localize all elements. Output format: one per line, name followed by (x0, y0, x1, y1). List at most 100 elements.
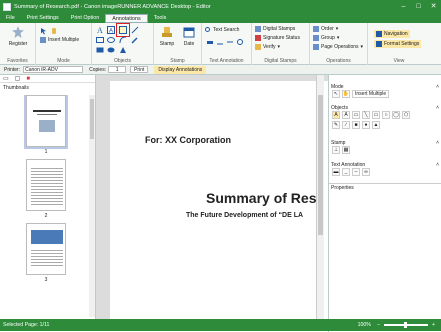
chevron-up-icon[interactable]: ˄ (436, 162, 439, 168)
tab-print-option[interactable]: Print Option (65, 14, 105, 23)
zoom-level: 100% (357, 322, 371, 328)
thumbnail-scrollbar[interactable] (89, 95, 95, 317)
thumbnail-page-2[interactable]: 2 (22, 159, 70, 219)
sticky-note-icon[interactable]: ▭ (352, 111, 360, 119)
print-toolbar: Printer: Canon iR-ADV Copies: 1 Print Di… (0, 65, 441, 75)
tab-tools[interactable]: Tools (148, 14, 173, 23)
right-panel: Mode ˄ ↖ ✋ Insert Multiple Objects ˄ A A ▭… (328, 75, 441, 319)
text-search-button[interactable]: Text Search (205, 27, 239, 33)
date-stamp-button[interactable]: Date (179, 26, 199, 47)
date-stamp-icon[interactable]: ▦ (342, 146, 350, 154)
pen-icon[interactable]: ✎ (332, 121, 340, 129)
filled-rectangle-icon[interactable]: ■ (352, 121, 360, 129)
minimize-button[interactable]: – (396, 0, 411, 13)
chevron-down-icon: ▾ (277, 44, 281, 50)
filled-polygon-icon[interactable]: ▲ (372, 121, 380, 129)
comment-icon[interactable]: ▢ (15, 75, 21, 82)
highlight-text-icon[interactable]: ▬ (332, 168, 340, 176)
tab-annotations[interactable]: Annotations (105, 14, 148, 23)
digital-stamps-group: Digital Stamps Signature Status Verify ▾… (252, 23, 310, 65)
text-annotation-heading: Text Annotation (331, 161, 366, 168)
group-button[interactable]: Group ▾ (313, 35, 339, 41)
chevron-up-icon[interactable]: ˄ (436, 84, 439, 90)
order-button[interactable]: Order ▾ (313, 26, 338, 32)
panel-title: Thumbnails (3, 85, 29, 91)
underline-text-icon[interactable] (216, 38, 224, 46)
ellipse-icon[interactable]: ○ (382, 111, 390, 119)
filled-rectangle-icon[interactable] (96, 46, 104, 54)
arc-icon[interactable] (119, 36, 127, 44)
verify-icon (255, 44, 261, 50)
document-scrollbar[interactable] (316, 75, 324, 319)
circle-icon[interactable]: ◯ (392, 111, 400, 119)
zoom-out-button[interactable]: − (377, 322, 380, 328)
stamp-group: Stamp Date Stamp (154, 23, 202, 65)
highlight-text-icon[interactable] (206, 38, 214, 46)
format-settings-button[interactable]: Format Settings (374, 40, 422, 48)
chevron-down-icon: ▾ (335, 26, 339, 32)
signature-icon (255, 35, 261, 41)
polygon-icon[interactable]: ⬠ (402, 111, 410, 119)
filled-ellipse-icon[interactable]: ● (362, 121, 370, 129)
text-box-icon[interactable]: A (342, 111, 350, 119)
select-icon[interactable] (40, 27, 48, 35)
navigation-button[interactable]: Navigation (374, 30, 410, 38)
close-button[interactable]: ✕ (426, 0, 441, 13)
stamp-icon[interactable]: ⊥ (332, 146, 340, 154)
digital-stamps-button[interactable]: Digital Stamps (255, 26, 295, 32)
chevron-up-icon[interactable]: ˄ (436, 140, 439, 146)
tab-print-settings[interactable]: Print Settings (21, 14, 65, 23)
zoom-slider[interactable] (383, 322, 428, 328)
group-icon (313, 35, 319, 41)
verify-button[interactable]: Verify ▾ (255, 44, 280, 50)
ellipse-icon[interactable] (107, 36, 115, 44)
tab-file[interactable]: File (0, 14, 21, 23)
register-button[interactable]: Register (6, 26, 30, 47)
insert-multiple-button[interactable]: Insert Multiple (40, 37, 79, 43)
copies-stepper[interactable]: 1 (108, 66, 127, 73)
link-icon[interactable] (236, 38, 244, 46)
pen-icon[interactable] (131, 36, 139, 44)
highlight-marker (116, 23, 130, 37)
document-page: For: XX Corporation Summary of Res The F… (110, 81, 328, 319)
star-icon (12, 26, 24, 38)
polygon-icon[interactable] (119, 46, 127, 54)
strikethrough-text-icon[interactable]: ‒ (352, 168, 360, 176)
page-operations-button[interactable]: Page Operations ▾ (313, 44, 363, 50)
doc-subtitle: The Future Development of “DE LA (186, 212, 304, 219)
filled-ellipse-icon[interactable] (107, 46, 115, 54)
rectangle-icon[interactable]: ▭ (372, 111, 380, 119)
maximize-button[interactable]: □ (411, 0, 426, 13)
link-icon[interactable]: ∞ (362, 168, 370, 176)
thumbnail-page-1[interactable]: 1 (22, 95, 70, 155)
thumbnail-page-3[interactable]: 3 (22, 223, 70, 283)
line-icon[interactable]: ╲ (362, 111, 370, 119)
text-box-icon[interactable]: A (107, 26, 115, 34)
underline-text-icon[interactable]: _ (342, 168, 350, 176)
print-button[interactable]: Print (130, 66, 149, 73)
marker-icon[interactable]: ∕ (342, 121, 350, 129)
display-annotations-button[interactable]: Display Annotations (154, 65, 207, 74)
pdf-icon[interactable]: ■ (26, 76, 30, 82)
format-settings-icon (376, 41, 382, 47)
page-thumbnail (24, 95, 68, 149)
thumbnail-view-icon[interactable]: ▭ (3, 75, 9, 82)
text-icon[interactable]: A (96, 26, 104, 34)
operations-group: Order ▾ Group ▾ Page Operations ▾ Operat… (310, 23, 368, 65)
page-operations-icon (313, 44, 319, 50)
thumbnails-panel: ▭ ▢ ■ Thumbnails 1 2 3 (0, 75, 96, 319)
insert-multiple-button[interactable]: Insert Multiple (352, 90, 390, 98)
signature-status-button[interactable]: Signature Status (255, 35, 300, 41)
chevron-up-icon[interactable]: ˄ (436, 105, 439, 111)
text-icon[interactable]: A (332, 111, 340, 119)
rectangle-icon[interactable] (96, 36, 104, 44)
line-icon[interactable] (131, 26, 139, 34)
chevron-down-icon: ▾ (360, 44, 364, 50)
strikethrough-text-icon[interactable] (226, 38, 234, 46)
printer-select[interactable]: Canon iR-ADV (23, 66, 84, 73)
hand-icon[interactable]: ✋ (342, 90, 350, 98)
hand-icon[interactable] (50, 27, 58, 35)
zoom-in-button[interactable]: + (432, 322, 435, 328)
stamp-button[interactable]: Stamp (157, 26, 177, 47)
select-icon[interactable]: ↖ (332, 90, 340, 98)
